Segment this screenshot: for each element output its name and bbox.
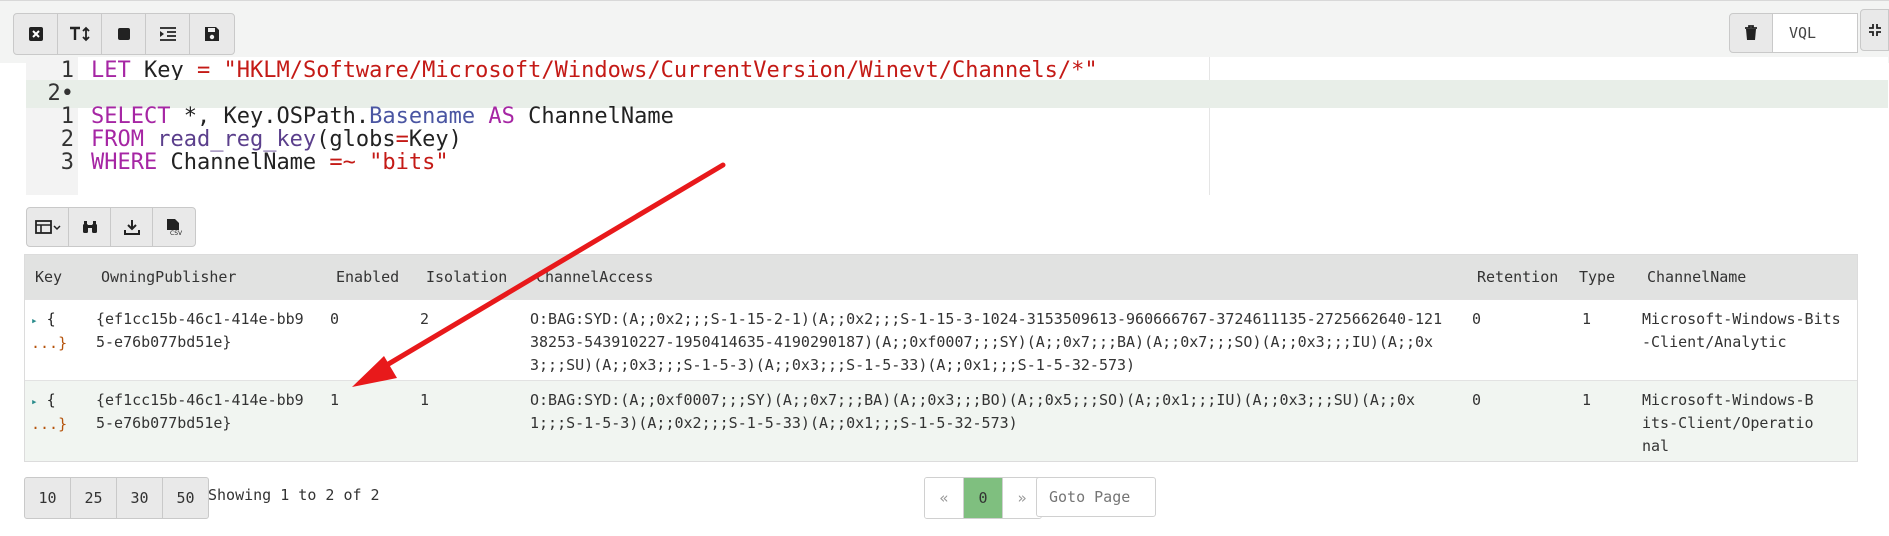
close-icon bbox=[28, 27, 43, 41]
prev-page-button[interactable]: « bbox=[925, 478, 964, 518]
channel-access-cell: O:BAG:SYD:(A;;0x2;;;S-1-15-2-1)(A;;0x2;;… bbox=[530, 310, 1443, 374]
column-header-enabled[interactable]: Enabled bbox=[336, 255, 399, 299]
isolation-cell: 1 bbox=[420, 391, 430, 409]
csv-icon: CSV bbox=[167, 219, 183, 236]
column-header-owningpublisher[interactable]: OwningPublisher bbox=[101, 255, 236, 299]
row-expander[interactable]: ▸ { ...} bbox=[31, 308, 67, 355]
trash-button[interactable] bbox=[1729, 13, 1773, 53]
language-select[interactable]: VQL bbox=[1773, 13, 1858, 53]
download-button[interactable] bbox=[111, 208, 153, 246]
csv-export-button[interactable]: CSV bbox=[153, 208, 195, 246]
owning-publisher-cell: {ef1cc15b-46c1-414e-bb95-e76b077bd51e} bbox=[96, 310, 304, 351]
channel-access-cell: O:BAG:SYD:(A;;0xf0007;;;SY)(A;;0x7;;;BA)… bbox=[530, 391, 1416, 432]
table-header: Key OwningPublisher Enabled Isolation Ch… bbox=[25, 255, 1857, 299]
fullscreen-button[interactable] bbox=[1860, 9, 1889, 51]
column-header-channelaccess[interactable]: ChannelAccess bbox=[536, 255, 653, 299]
download-icon bbox=[123, 220, 140, 235]
text-height-icon bbox=[69, 26, 90, 42]
expand-icon: ▸ bbox=[31, 395, 38, 408]
save-icon bbox=[205, 27, 219, 41]
columns-icon bbox=[34, 220, 61, 234]
editor-toolbar: VQL bbox=[0, 0, 1889, 63]
showing-status: Showing 1 to 2 of 2 bbox=[208, 486, 380, 504]
column-header-channelname[interactable]: ChannelName bbox=[1647, 255, 1746, 299]
table-row: ▸ { ...} {ef1cc15b-46c1-414e-bb95-e76b07… bbox=[25, 380, 1857, 461]
owning-publisher-cell: {ef1cc15b-46c1-414e-bb95-e76b077bd51e} bbox=[96, 391, 304, 432]
row-expander[interactable]: ▸ { ...} bbox=[31, 389, 67, 436]
indent-icon bbox=[159, 27, 176, 41]
channel-name-cell: Microsoft-Windows-Bits-Client/Analytic bbox=[1642, 310, 1841, 351]
current-page-button[interactable]: 0 bbox=[964, 478, 1003, 518]
key-open-brace: { bbox=[46, 310, 56, 328]
results-table: Key OwningPublisher Enabled Isolation Ch… bbox=[24, 254, 1858, 462]
table-toolbar: CSV bbox=[26, 207, 196, 247]
expand-icon: ▸ bbox=[31, 314, 38, 327]
channel-name-cell: Microsoft-Windows-Bits-Client/Operationa… bbox=[1642, 391, 1814, 455]
retention-cell: 0 bbox=[1472, 391, 1482, 409]
table-row: ▸ { ...} {ef1cc15b-46c1-414e-bb95-e76b07… bbox=[25, 299, 1857, 380]
binoculars-icon bbox=[82, 221, 97, 233]
svg-text:CSV: CSV bbox=[170, 230, 183, 236]
column-header-isolation[interactable]: Isolation bbox=[426, 255, 507, 299]
type-cell: 1 bbox=[1582, 391, 1592, 409]
stop-button[interactable] bbox=[102, 14, 146, 54]
editor-button-group bbox=[13, 13, 235, 55]
page-size-25[interactable]: 25 bbox=[71, 478, 117, 518]
type-cell: 1 bbox=[1582, 310, 1592, 328]
isolation-cell: 2 bbox=[420, 310, 430, 328]
compress-icon bbox=[1868, 24, 1881, 36]
retention-cell: 0 bbox=[1472, 310, 1482, 328]
page-size-selector: 10 25 30 50 bbox=[24, 477, 209, 519]
text-height-button[interactable] bbox=[58, 14, 102, 54]
code-line[interactable]: 3 WHERE ChannelName =~ "bits" bbox=[26, 149, 1888, 177]
enabled-cell: 1 bbox=[330, 391, 340, 409]
editor-right-controls: VQL bbox=[1729, 13, 1858, 53]
code-text: WHERE ChannelName =~ "bits" bbox=[91, 150, 449, 175]
column-header-key[interactable]: Key bbox=[35, 255, 62, 299]
column-header-retention[interactable]: Retention bbox=[1477, 255, 1558, 299]
key-collapsed: ...} bbox=[31, 415, 68, 433]
pagination: « 0 » bbox=[924, 477, 1042, 519]
key-collapsed: ...} bbox=[31, 334, 68, 352]
save-button[interactable] bbox=[190, 14, 234, 54]
column-header-type[interactable]: Type bbox=[1579, 255, 1615, 299]
goto-page-input[interactable] bbox=[1036, 477, 1156, 517]
code-editor[interactable]: 1 LET Key = "HKLM/Software/Microsoft/Wind… bbox=[26, 57, 1888, 195]
enabled-cell: 0 bbox=[330, 310, 340, 328]
search-button[interactable] bbox=[69, 208, 111, 246]
line-number: 3 bbox=[60, 150, 74, 175]
page-size-50[interactable]: 50 bbox=[163, 478, 208, 518]
trash-icon bbox=[1745, 25, 1757, 40]
page-size-30[interactable]: 30 bbox=[117, 478, 163, 518]
indent-button[interactable] bbox=[146, 14, 190, 54]
stop-icon bbox=[117, 28, 130, 40]
columns-button[interactable] bbox=[27, 208, 69, 246]
page-size-10[interactable]: 10 bbox=[25, 478, 71, 518]
key-open-brace: { bbox=[46, 391, 56, 409]
close-button[interactable] bbox=[14, 14, 58, 54]
